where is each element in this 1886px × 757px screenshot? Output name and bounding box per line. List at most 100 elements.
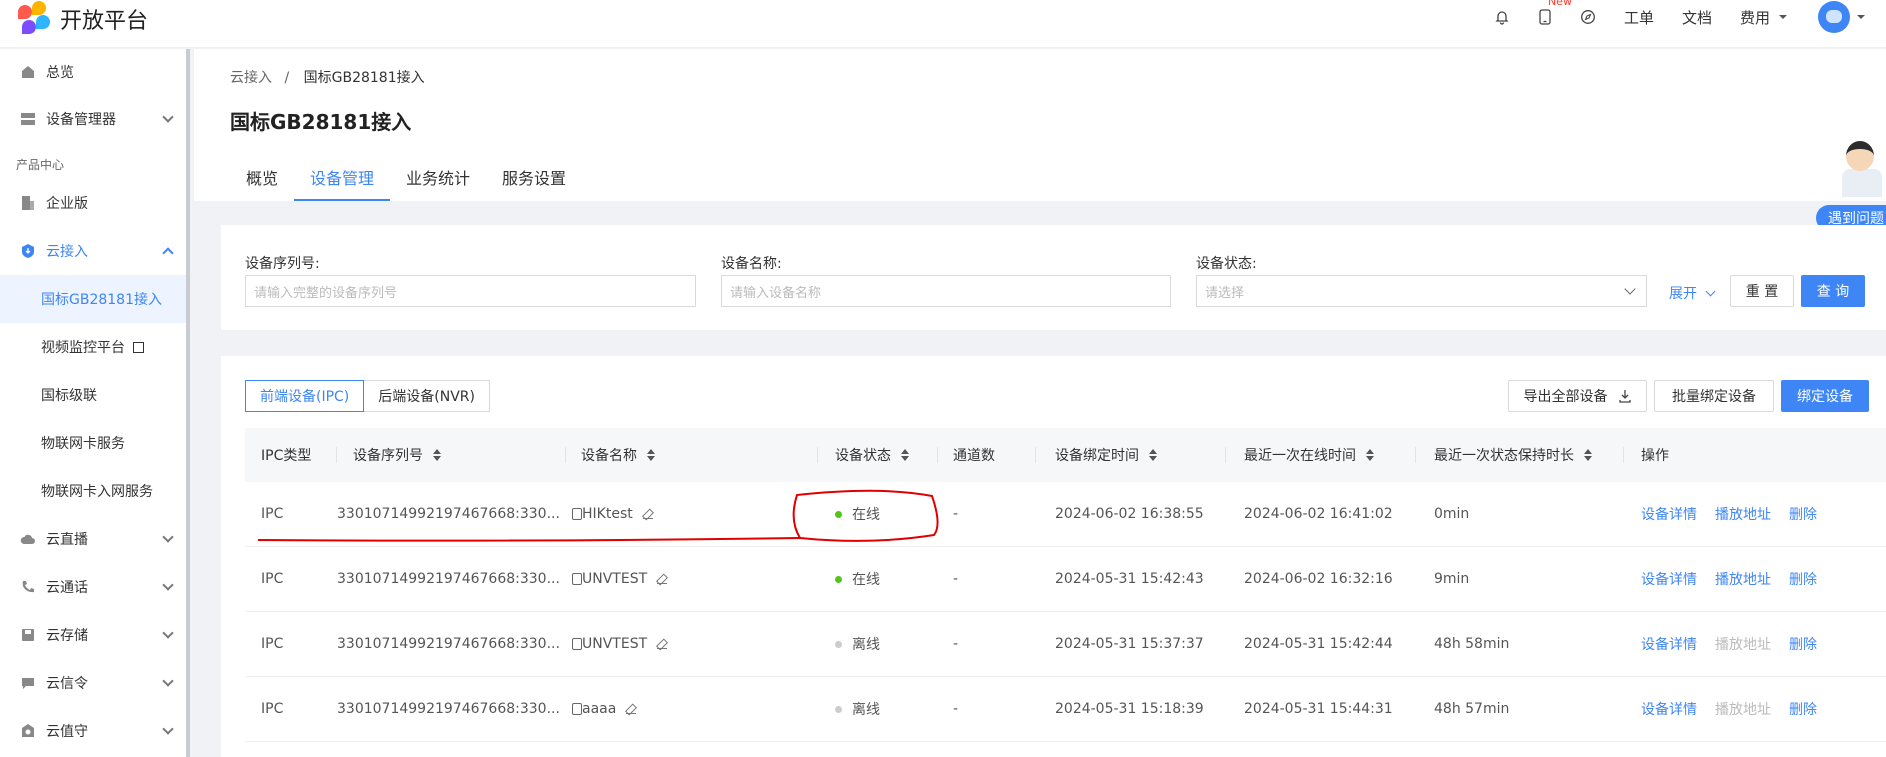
table-row: IPC 33010714992197467668:330... UNVTEST 离线 -… bbox=[245, 612, 1886, 677]
sidebar-item-cloud-guard[interactable]: 云值守 bbox=[0, 707, 186, 755]
edit-icon[interactable] bbox=[642, 509, 653, 519]
avatar[interactable] bbox=[1818, 1, 1850, 33]
sidebar-item-device-mgmt[interactable]: 设备管理器 bbox=[0, 95, 186, 143]
cell-last-online: 2024-06-02 16:32:16 bbox=[1244, 571, 1393, 587]
sidebar-sub-iot-card-network[interactable]: 物联网卡入网服务 bbox=[0, 467, 186, 515]
sidebar-item-label: 总览 bbox=[46, 65, 74, 81]
cell-serial: 33010714992197467668:330... bbox=[337, 636, 582, 652]
fees-menu[interactable]: 费用 bbox=[1740, 7, 1788, 28]
sidebar-sub-iot-card[interactable]: 物联网卡服务 bbox=[0, 419, 186, 467]
col-bind-time[interactable]: 设备绑定时间 bbox=[1055, 445, 1157, 465]
sort-icon bbox=[1366, 449, 1374, 461]
cell-bind-time: 2024-05-31 15:18:39 bbox=[1055, 701, 1204, 717]
copy-icon[interactable] bbox=[571, 703, 582, 715]
bell-icon[interactable] bbox=[1494, 9, 1510, 25]
sidebar-item-label: 云值守 bbox=[46, 724, 88, 740]
tab-device-mgmt[interactable]: 设备管理 bbox=[294, 153, 391, 201]
play-address-link[interactable]: 播放地址 bbox=[1715, 569, 1771, 589]
copy-icon[interactable] bbox=[571, 573, 582, 585]
sort-icon bbox=[647, 449, 655, 461]
chevron-down-icon bbox=[162, 579, 174, 591]
name-input[interactable]: 请输入设备名称 bbox=[721, 275, 1171, 307]
compass-icon[interactable] bbox=[1580, 9, 1596, 25]
query-button[interactable]: 查 询 bbox=[1801, 275, 1865, 307]
docs-link[interactable]: 文档 bbox=[1682, 7, 1712, 28]
col-ipc-type: IPC类型 bbox=[261, 448, 312, 464]
col-name-label: 设备名称 bbox=[581, 448, 637, 464]
cell-serial: 33010714992197467668:330... bbox=[337, 506, 582, 522]
workorder-link[interactable]: 工单 bbox=[1624, 7, 1654, 28]
breadcrumb-current: 国标GB28181接入 bbox=[303, 70, 425, 86]
breadcrumb-root[interactable]: 云接入 bbox=[230, 70, 272, 86]
detail-link[interactable]: 设备详情 bbox=[1641, 569, 1697, 589]
col-actions: 操作 bbox=[1641, 448, 1669, 464]
sidebar-item-cloud-access[interactable]: 云接入 bbox=[0, 227, 186, 275]
copy-icon[interactable] bbox=[571, 638, 582, 650]
fees-label: 费用 bbox=[1739, 8, 1770, 27]
server-icon bbox=[21, 113, 35, 125]
sidebar-item-overview[interactable]: 总览 bbox=[0, 49, 186, 95]
logo[interactable]: 开放平台 bbox=[16, 0, 148, 38]
edit-icon[interactable] bbox=[657, 639, 668, 649]
sidebar-item-cloud-signal[interactable]: 云信令 bbox=[0, 659, 186, 707]
device-table: IPC类型 设备序列号 设备名称 设备状态 通道数 设备绑定时间 最近一次在线时… bbox=[245, 428, 1886, 742]
download-icon bbox=[1618, 390, 1631, 403]
table-body: IPC 33010714992197467668:330... HIKtest 在线 -… bbox=[245, 482, 1886, 742]
detail-link[interactable]: 设备详情 bbox=[1641, 504, 1697, 524]
cell-serial: 33010714992197467668:330... bbox=[337, 701, 582, 717]
delete-link[interactable]: 删除 bbox=[1789, 569, 1817, 589]
cell-duration: 48h 58min bbox=[1434, 636, 1510, 652]
col-last-online[interactable]: 最近一次在线时间 bbox=[1244, 445, 1374, 465]
export-button[interactable]: 导出全部设备 bbox=[1508, 380, 1647, 412]
bind-device-button[interactable]: 绑定设备 bbox=[1781, 380, 1869, 412]
delete-link[interactable]: 删除 bbox=[1789, 504, 1817, 524]
col-name[interactable]: 设备名称 bbox=[581, 445, 655, 465]
sidebar-item-enterprise[interactable]: 企业版 bbox=[0, 179, 186, 227]
status-select[interactable]: 请选择 bbox=[1196, 275, 1647, 307]
sidebar-item-cloud-call[interactable]: 云通话 bbox=[0, 563, 186, 611]
tab-statistics[interactable]: 业务统计 bbox=[390, 153, 486, 201]
sidebar-item-cloud-storage[interactable]: 云存储 bbox=[0, 611, 186, 659]
tabs: 概览 设备管理 业务统计 服务设置 bbox=[230, 153, 582, 201]
col-separator bbox=[1225, 447, 1226, 463]
expand-toggle[interactable]: 展开 bbox=[1669, 283, 1714, 303]
help-mascot-body bbox=[1842, 169, 1882, 197]
col-serial[interactable]: 设备序列号 bbox=[353, 445, 441, 465]
mobile-icon[interactable]: New bbox=[1538, 0, 1572, 25]
segment-ipc[interactable]: 前端设备(IPC) bbox=[245, 380, 365, 412]
cell-last-online: 2024-05-31 15:42:44 bbox=[1244, 636, 1393, 652]
avatar-caret-down-icon[interactable] bbox=[1856, 13, 1866, 21]
sidebar-item-cloud-live[interactable]: 云直播 bbox=[0, 515, 186, 563]
edit-icon[interactable] bbox=[657, 574, 668, 584]
edit-icon[interactable] bbox=[626, 704, 637, 714]
chevron-up-icon bbox=[162, 247, 174, 259]
detail-link[interactable]: 设备详情 bbox=[1641, 634, 1697, 654]
tab-overview[interactable]: 概览 bbox=[230, 153, 294, 201]
serial-input[interactable]: 请输入完整的设备序列号 bbox=[245, 275, 696, 307]
serial-text: 33010714992197467668:330... bbox=[337, 571, 560, 587]
cell-bind-time: 2024-06-02 16:38:55 bbox=[1055, 506, 1204, 522]
logo-text: 开放平台 bbox=[60, 9, 149, 34]
tab-service-settings[interactable]: 服务设置 bbox=[486, 153, 582, 201]
delete-link[interactable]: 删除 bbox=[1789, 699, 1817, 719]
sidebar-sub-gb28181[interactable]: 国标GB28181接入 bbox=[0, 275, 186, 323]
reset-button[interactable]: 重 置 bbox=[1730, 275, 1794, 307]
col-duration[interactable]: 最近一次状态保持时长 bbox=[1434, 445, 1592, 465]
play-address-link[interactable]: 播放地址 bbox=[1715, 504, 1771, 524]
play-address-link: 播放地址 bbox=[1715, 637, 1771, 653]
message-icon bbox=[22, 678, 34, 689]
cell-status: 离线 bbox=[835, 634, 880, 654]
detail-link[interactable]: 设备详情 bbox=[1641, 699, 1697, 719]
col-status[interactable]: 设备状态 bbox=[835, 445, 909, 465]
caret-down-icon bbox=[1779, 15, 1787, 19]
help-widget[interactable]: 遇到问题 bbox=[1816, 141, 1886, 231]
segment-nvr[interactable]: 后端设备(NVR) bbox=[364, 380, 490, 412]
sidebar-sub-video-platform[interactable]: 视频监控平台 bbox=[0, 323, 186, 371]
batch-bind-button[interactable]: 批量绑定设备 bbox=[1654, 380, 1774, 412]
cloud-icon bbox=[20, 534, 35, 544]
chevron-down-icon bbox=[162, 531, 174, 543]
sidebar-sub-cascade[interactable]: 国标级联 bbox=[0, 371, 186, 419]
delete-link[interactable]: 删除 bbox=[1789, 634, 1817, 654]
cell-duration: 0min bbox=[1434, 506, 1470, 522]
copy-icon[interactable] bbox=[571, 508, 582, 520]
